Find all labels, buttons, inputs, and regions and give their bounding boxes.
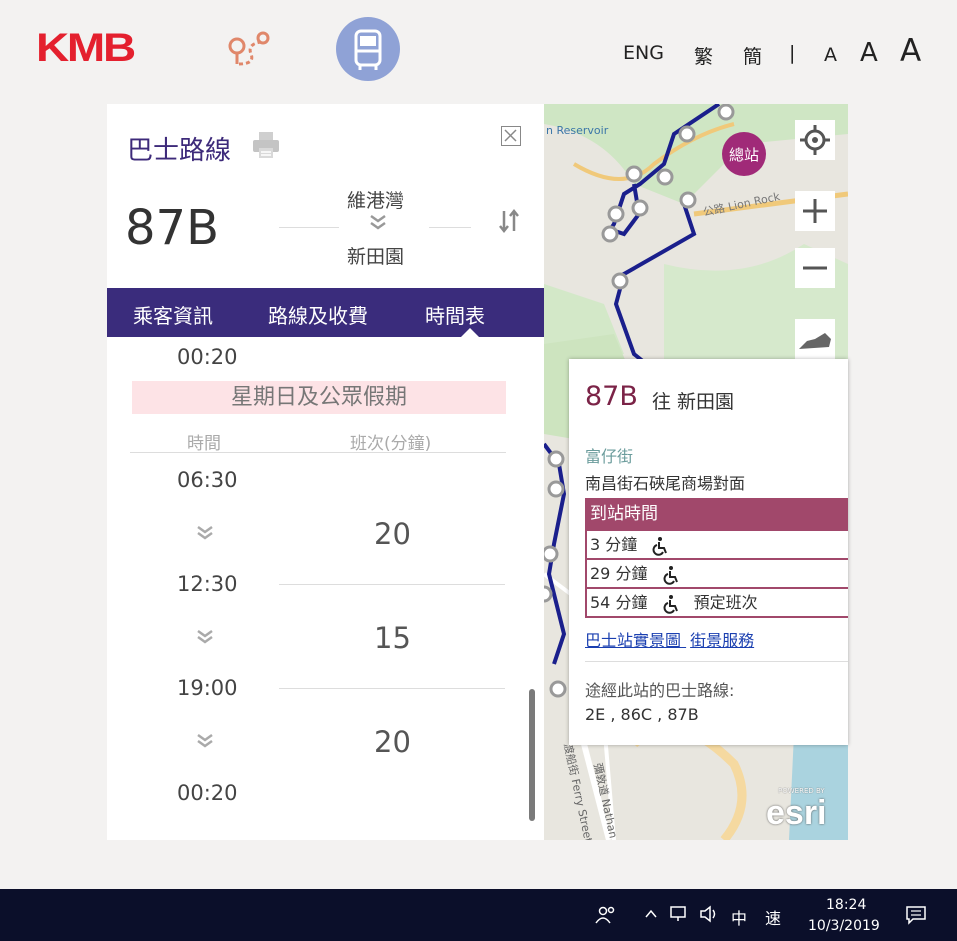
divider (429, 227, 471, 228)
divider (130, 452, 506, 453)
route-panel: 巴士路線 87B 維港灣 新田園 乘客資訊 路線及收費 時間表 00:20 星期… (107, 104, 544, 840)
eta-header: 到站時間 (585, 498, 848, 531)
people-icon[interactable] (595, 905, 617, 925)
frequency-value: 15 (374, 621, 411, 655)
minus-icon (803, 266, 827, 270)
network-icon[interactable] (669, 905, 691, 923)
popup-direction: 往 新田園 (652, 391, 735, 413)
wheelchair-icon (663, 565, 678, 585)
windows-taskbar: 中 速 18:24 10/3/2019 (0, 889, 957, 941)
eta-note: 預定班次 (693, 593, 758, 612)
divider (585, 661, 848, 662)
column-header-frequency: 班次(分鐘) (350, 434, 432, 454)
crosshair-icon (800, 125, 830, 155)
time-end: 00:20 (177, 781, 238, 805)
reservoir-label: n Reservoir (546, 124, 609, 137)
clock-date[interactable]: 10/3/2019 (808, 918, 880, 934)
panel-title: 巴士路線 (127, 136, 232, 166)
popup-stop-name: 南昌街石硤尾商場對面 (585, 474, 746, 493)
swap-direction-icon[interactable] (497, 208, 521, 234)
esri-logo: esri (766, 794, 827, 832)
close-icon (504, 129, 517, 142)
divider (279, 688, 505, 689)
frequency-value: 20 (374, 725, 411, 759)
direction-arrow-icon (370, 214, 386, 230)
tab-passenger-info[interactable]: 乘客資訊 (133, 300, 213, 329)
font-size-large[interactable]: A (900, 33, 921, 69)
clock-time[interactable]: 18:24 (826, 897, 866, 913)
time-start: 06:30 (177, 468, 238, 492)
ime-language[interactable]: 中 (731, 905, 747, 929)
popup-links: 巴士站實景圖 街景服務 (585, 627, 754, 651)
eta-time: 29 分鐘 (590, 564, 648, 583)
via-routes-label: 途經此站的巴士路線: (585, 681, 735, 700)
popup-route-number: 87B (585, 381, 638, 412)
plus-icon (803, 199, 827, 223)
chevron-down-icon (197, 525, 213, 540)
eta-row: 54 分鐘 預定班次 (585, 589, 848, 618)
tab-route-fares[interactable]: 路線及收費 (268, 300, 368, 329)
street-view-link[interactable]: 街景服務 (690, 631, 754, 650)
stop-photo-link[interactable]: 巴士站實景圖 (585, 631, 681, 650)
active-tab-indicator (461, 328, 479, 337)
terminus-label: 總站 (729, 146, 759, 164)
time-start: 19:00 (177, 676, 238, 700)
eta-row: 3 分鐘 (585, 531, 848, 560)
top-bar: KMB ENG 繁 簡 | A A A (0, 0, 957, 100)
kmb-logo[interactable]: KMB (36, 26, 136, 71)
lang-traditional[interactable]: 繁 (694, 42, 713, 69)
chevron-up-icon[interactable] (644, 908, 658, 920)
tab-timetable[interactable]: 時間表 (425, 300, 485, 329)
locate-button[interactable] (795, 120, 835, 160)
eta-row: 29 分鐘 (585, 560, 848, 589)
volume-icon[interactable] (699, 905, 721, 923)
popup-street: 富仔街 (585, 447, 634, 466)
chevron-down-icon (197, 733, 213, 748)
prev-end-time: 00:20 (177, 345, 238, 369)
font-size-small[interactable]: A (824, 44, 837, 66)
route-planner-icon[interactable] (225, 30, 273, 70)
map-layer-button[interactable] (795, 319, 835, 359)
ime-mode[interactable]: 速 (765, 905, 781, 929)
scrollbar-thumb[interactable] (529, 689, 535, 821)
schedule-section-title: 星期日及公眾假期 (132, 381, 506, 414)
lang-simplified[interactable]: 簡 (743, 42, 762, 69)
destination-label: 新田園 (347, 246, 405, 268)
bus-icon (354, 29, 382, 70)
route-number: 87B (125, 200, 220, 256)
time-start: 12:30 (177, 572, 238, 596)
lang-eng[interactable]: ENG (623, 42, 664, 64)
wheelchair-icon (652, 536, 668, 556)
column-header-time: 時間 (187, 434, 221, 454)
chevron-down-icon (197, 629, 213, 644)
via-routes: 2E , 86C , 87B (585, 705, 699, 724)
divider (279, 227, 339, 228)
stop-info-popup: 87B 往 新田園 富仔街 南昌街石硤尾商場對面 到站時間 3 分鐘 29 分鐘… (569, 359, 848, 745)
zoom-in-button[interactable] (795, 191, 835, 231)
eta-time: 3 分鐘 (590, 535, 638, 554)
lang-separator: | (789, 42, 796, 64)
font-size-medium[interactable]: A (860, 38, 878, 68)
wheelchair-icon (663, 594, 678, 614)
zoom-out-button[interactable] (795, 248, 835, 288)
divider (279, 584, 505, 585)
frequency-value: 20 (374, 517, 411, 551)
close-button[interactable] (501, 126, 521, 146)
origin-label: 維港灣 (347, 190, 405, 212)
eta-time: 54 分鐘 (590, 593, 648, 612)
lion-rock-icon (799, 333, 831, 349)
timetable: 00:20 星期日及公眾假期 時間 班次(分鐘) 06:30 20 12:30 … (107, 337, 544, 840)
printer-icon[interactable] (250, 129, 282, 161)
eta-table: 到站時間 3 分鐘 29 分鐘 54 分鐘 預定班次 (585, 498, 848, 618)
notification-icon[interactable] (905, 905, 927, 925)
bus-route-button[interactable] (336, 17, 400, 81)
